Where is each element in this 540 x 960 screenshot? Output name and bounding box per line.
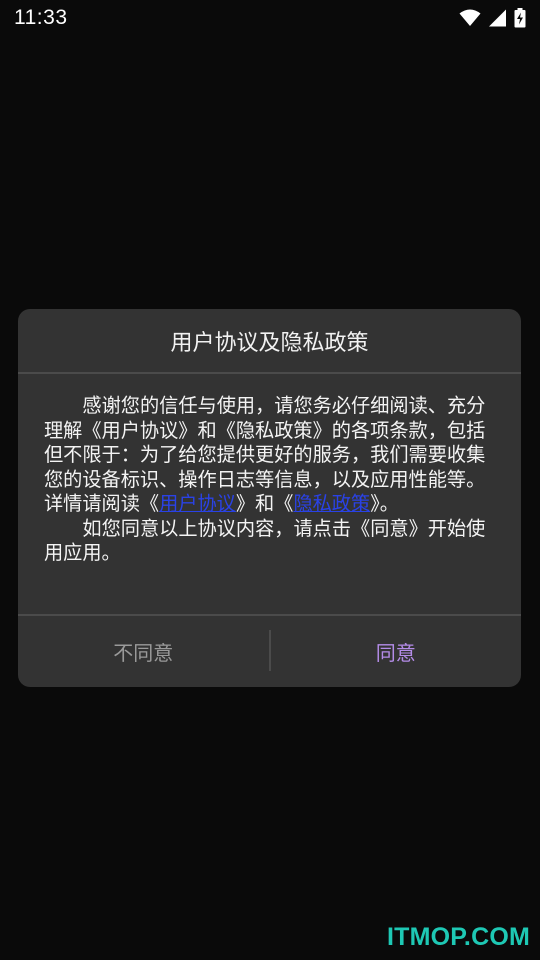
status-time: 11:33 [14, 6, 68, 29]
decline-button[interactable]: 不同意 [18, 616, 269, 687]
signal-icon [488, 9, 507, 27]
dialog-body: 感谢您的信任与使用，请您务必仔细阅读、充分理解《用户协议》和《隐私政策》的各项条… [18, 374, 521, 614]
status-bar: 11:33 [0, 0, 540, 36]
dialog-buttons: 不同意 同意 [18, 616, 521, 687]
agreement-text-end: 》。 [370, 492, 399, 515]
user-agreement-link[interactable]: 用户协议 [159, 492, 236, 515]
wifi-icon [459, 9, 481, 27]
agreement-paragraph: 感谢您的信任与使用，请您务必仔细阅读、充分理解《用户协议》和《隐私政策》的各项条… [44, 394, 491, 517]
dialog-title: 用户协议及隐私政策 [170, 330, 369, 356]
watermark-logo: ITMOP.COM [386, 923, 530, 951]
agree-button[interactable]: 同意 [271, 616, 522, 687]
status-icons [459, 8, 526, 28]
privacy-policy-link[interactable]: 隐私政策 [293, 492, 370, 515]
agreement-dialog: 用户协议及隐私政策 感谢您的信任与使用，请您务必仔细阅读、充分理解《用户协议》和… [18, 309, 521, 687]
app-screen: 11:33 用户协议及隐私政策 感谢您的信任与使用，请您务必仔细阅读、充分理解《… [0, 0, 540, 960]
consent-paragraph: 如您同意以上协议内容，请点击《同意》开始使用应用。 [44, 516, 486, 565]
agreement-text-connector: 》和《 [235, 492, 294, 515]
battery-charging-icon [514, 8, 526, 28]
